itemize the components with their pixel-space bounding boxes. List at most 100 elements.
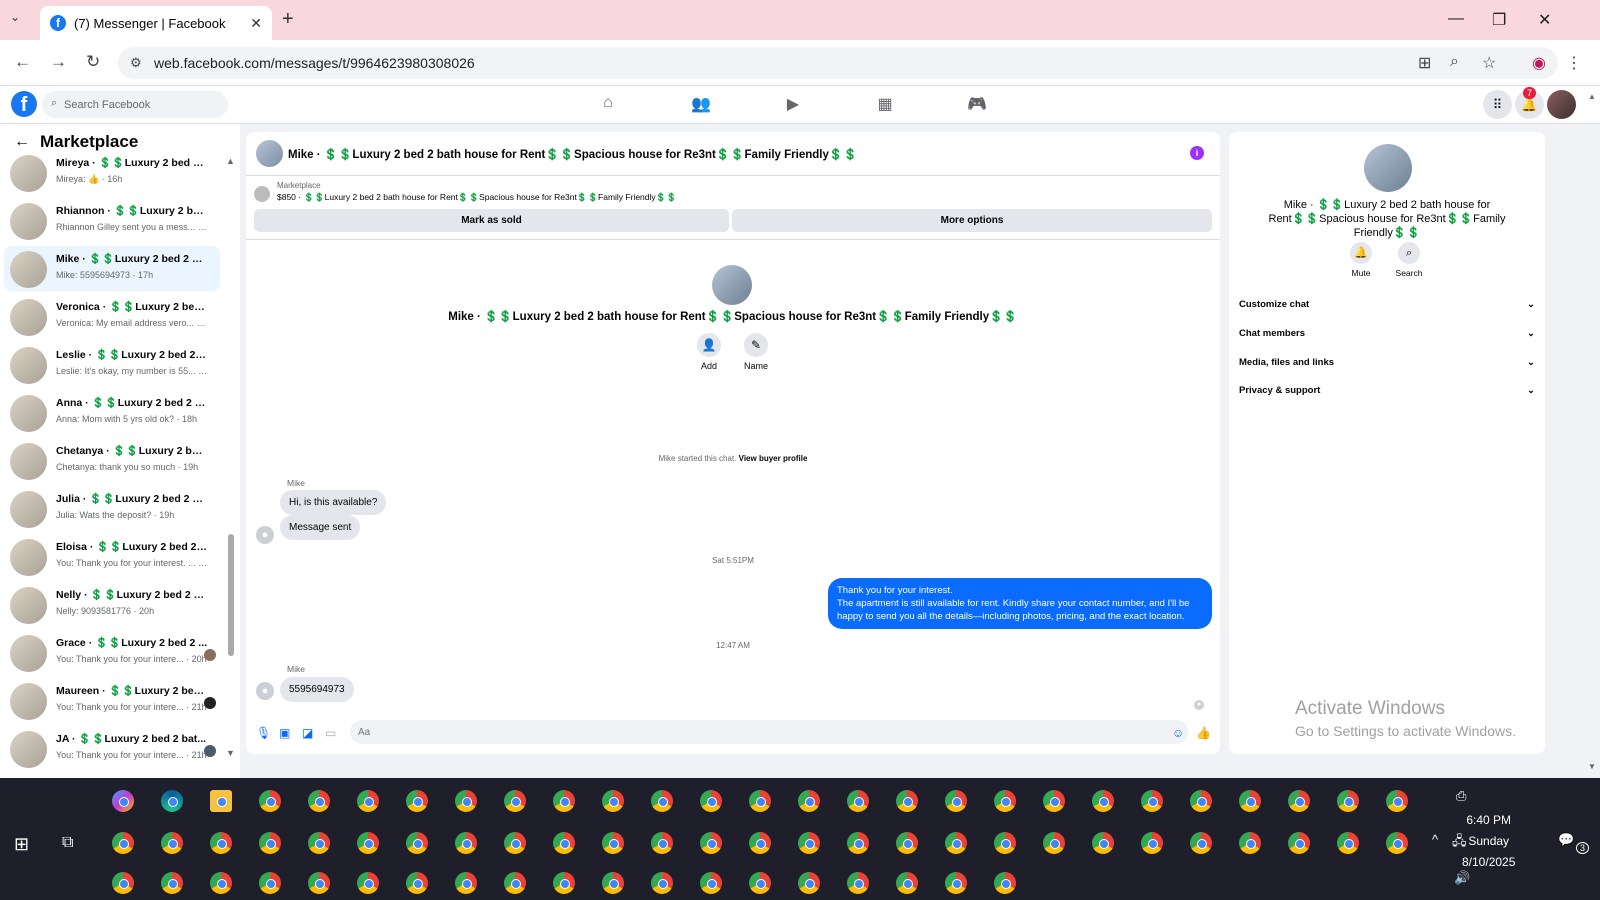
account-avatar[interactable]: [1547, 90, 1576, 119]
page-scroll-up-icon[interactable]: ▲: [1588, 92, 1596, 101]
emoji-icon[interactable]: ☺: [1172, 726, 1184, 740]
restore-icon[interactable]: ❐: [1492, 10, 1506, 30]
taskbar-browser-icon[interactable]: [406, 790, 428, 812]
taskbar-browser-icon[interactable]: [357, 872, 379, 894]
message-input[interactable]: [350, 720, 1188, 744]
gaming-icon[interactable]: 🎮: [966, 94, 988, 114]
taskbar-browser-icon[interactable]: [406, 872, 428, 894]
conversation-item[interactable]: JA · 💲💲Luxury 2 bed 2 bat... You: Thank y…: [4, 726, 220, 771]
incoming-message[interactable]: Hi, is this available?: [280, 490, 387, 515]
taskbar-browser-icon[interactable]: [406, 832, 428, 854]
taskbar-browser-icon[interactable]: [994, 832, 1016, 854]
taskbar-browser-icon[interactable]: [455, 790, 477, 812]
browser-tab-messenger[interactable]: f (7) Messenger | Facebook ✕: [40, 6, 272, 40]
taskbar-browser-icon[interactable]: [1141, 790, 1163, 812]
chat-avatar[interactable]: [256, 140, 283, 167]
meet-now-icon[interactable]: ⎙: [1456, 788, 1466, 804]
taskbar-browser-icon[interactable]: [308, 790, 330, 812]
facebook-search-input[interactable]: ⌕ Search Facebook: [42, 91, 228, 118]
taskbar-browser-icon[interactable]: [700, 832, 722, 854]
taskbar-browser-icon[interactable]: [798, 872, 820, 894]
taskbar-browser-icon[interactable]: [1043, 832, 1065, 854]
taskbar-browser-icon[interactable]: [847, 790, 869, 812]
taskbar-browser-icon[interactable]: [651, 872, 673, 894]
volume-icon[interactable]: 🔊: [1454, 870, 1470, 886]
copilot-icon[interactable]: [112, 790, 134, 812]
taskbar-browser-icon[interactable]: [1337, 832, 1359, 854]
network-icon[interactable]: 🖧: [1452, 832, 1467, 854]
info-icon[interactable]: i: [1190, 146, 1204, 160]
taskbar-browser-icon[interactable]: [1092, 790, 1114, 812]
facebook-logo-icon[interactable]: f: [11, 91, 37, 117]
taskbar-browser-icon[interactable]: [553, 790, 575, 812]
taskbar-browser-icon[interactable]: [896, 832, 918, 854]
taskbar-browser-icon[interactable]: [798, 832, 820, 854]
add-button[interactable]: 👤 Add: [689, 333, 729, 371]
gif-icon[interactable]: ▭: [325, 726, 336, 740]
media-files-links-section[interactable]: Media, files and links ⌄: [1239, 352, 1535, 372]
taskbar-browser-icon[interactable]: [1386, 832, 1408, 854]
mute-button[interactable]: 🔔 Mute: [1341, 242, 1381, 278]
taskbar-browser-icon[interactable]: [651, 790, 673, 812]
site-info-icon[interactable]: ⚙: [130, 55, 142, 71]
taskbar-browser-icon[interactable]: [455, 832, 477, 854]
taskbar-browser-icon[interactable]: [1337, 790, 1359, 812]
back-arrow-icon[interactable]: ←: [14, 133, 30, 151]
privacy-support-section[interactable]: Privacy & support ⌄: [1239, 380, 1535, 400]
taskbar-browser-icon[interactable]: [357, 790, 379, 812]
taskbar-browser-icon[interactable]: [553, 832, 575, 854]
taskbar-browser-icon[interactable]: [161, 872, 183, 894]
conversation-item[interactable]: Chetanya · 💲💲Luxury 2 bed 2... Chetanya: …: [4, 438, 220, 483]
taskbar-browser-icon[interactable]: [1190, 832, 1212, 854]
taskbar-clock[interactable]: 6:40 PM Sunday 8/10/2025: [1462, 810, 1515, 873]
friends-icon[interactable]: 👥: [690, 94, 712, 114]
taskbar-browser-icon[interactable]: [994, 872, 1016, 894]
taskbar-browser-icon[interactable]: [308, 832, 330, 854]
taskbar-browser-icon[interactable]: [210, 832, 232, 854]
taskbar-browser-icon[interactable]: [259, 832, 281, 854]
sidebar-scrollbar[interactable]: [228, 534, 234, 656]
conversation-item[interactable]: Eloisa · 💲💲Luxury 2 bed 2 ba... You: Than…: [4, 534, 220, 579]
install-app-icon[interactable]: ⊞: [1418, 53, 1431, 73]
file-explorer-icon[interactable]: [210, 790, 232, 812]
conversation-item[interactable]: Maureen · 💲💲Luxury 2 bed... You: Thank yo…: [4, 678, 220, 723]
name-button[interactable]: ✎ Name: [736, 333, 776, 371]
new-tab-icon[interactable]: +: [282, 8, 294, 31]
minimize-icon[interactable]: —: [1448, 10, 1464, 28]
home-icon[interactable]: ⌂: [597, 94, 619, 114]
conversation-item-active[interactable]: Mike · 💲💲Luxury 2 bed 2 bat... Mike: 5595…: [4, 246, 220, 291]
taskbar-browser-icon[interactable]: [749, 872, 771, 894]
taskbar-browser-icon[interactable]: [1288, 790, 1310, 812]
menu-grid-icon[interactable]: ⠿: [1483, 90, 1512, 119]
taskbar-browser-icon[interactable]: [1288, 832, 1310, 854]
taskbar-browser-icon[interactable]: [504, 790, 526, 812]
taskbar-browser-icon[interactable]: [945, 790, 967, 812]
taskbar-browser-icon[interactable]: [1239, 832, 1261, 854]
conversation-item[interactable]: Grace · 💲💲Luxury 2 bed 2 ... You: Thank y…: [4, 630, 220, 675]
zoom-icon[interactable]: ⌕: [1450, 53, 1459, 71]
taskbar-browser-icon[interactable]: [700, 790, 722, 812]
taskbar-browser-icon[interactable]: [945, 872, 967, 894]
taskbar-browser-icon[interactable]: [1239, 790, 1261, 812]
tab-search-chevron-icon[interactable]: ⌄: [10, 10, 20, 24]
taskbar-browser-icon[interactable]: [602, 872, 624, 894]
taskbar-browser-icon[interactable]: [1190, 790, 1212, 812]
taskbar-browser-icon[interactable]: [504, 832, 526, 854]
taskbar-browser-icon[interactable]: [1043, 790, 1065, 812]
taskbar-browser-icon[interactable]: [357, 832, 379, 854]
sticker-icon[interactable]: ◪: [302, 726, 313, 740]
scroll-up-icon[interactable]: ▲: [226, 156, 235, 166]
address-bar[interactable]: ⚙ web.facebook.com/messages/t/9964623980…: [118, 47, 1558, 79]
video-icon[interactable]: ▶: [782, 94, 804, 114]
taskbar-browser-icon[interactable]: [210, 872, 232, 894]
chat-title[interactable]: Mike · 💲💲Luxury 2 bed 2 bath house for R…: [288, 147, 858, 161]
taskbar-browser-icon[interactable]: [847, 872, 869, 894]
taskbar-browser-icon[interactable]: [504, 872, 526, 894]
view-buyer-profile-link[interactable]: View buyer profile: [739, 454, 808, 463]
taskbar-browser-icon[interactable]: [945, 832, 967, 854]
outgoing-message[interactable]: Thank you for your interest. The apartme…: [828, 578, 1212, 629]
photo-icon[interactable]: ▣: [279, 726, 290, 740]
action-center-icon[interactable]: 💬: [1558, 832, 1574, 848]
customize-chat-section[interactable]: Customize chat ⌄: [1239, 294, 1535, 314]
taskbar-browser-icon[interactable]: [798, 790, 820, 812]
